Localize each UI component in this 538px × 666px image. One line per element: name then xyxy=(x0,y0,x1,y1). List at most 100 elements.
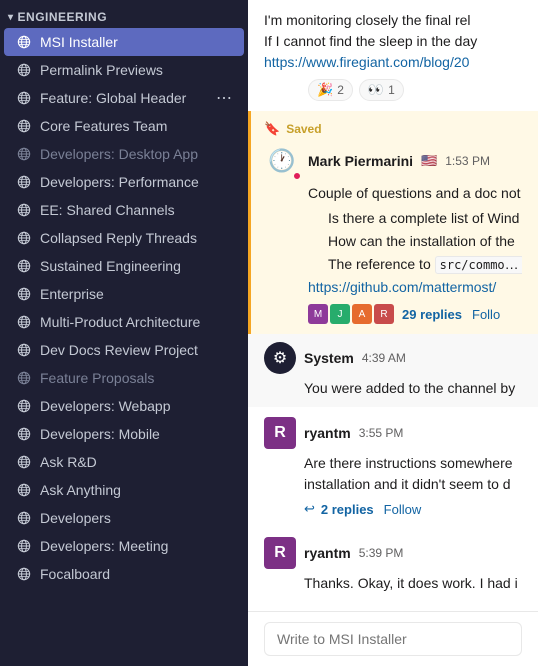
sidebar-item-developers-webapp[interactable]: Developers: Webapp xyxy=(4,392,244,420)
section-chevron: ▾ xyxy=(8,12,14,23)
reaction-party[interactable]: 🎉 2 xyxy=(308,79,353,101)
sidebar-item-feature-global-header[interactable]: Feature: Global Header⋯ xyxy=(4,84,244,112)
sidebar-item-sustained-engineering[interactable]: Sustained Engineering xyxy=(4,252,244,280)
message-input[interactable] xyxy=(264,622,522,656)
sidebar-item-developers[interactable]: Developers xyxy=(4,504,244,532)
ryantm1-follow[interactable]: Follow xyxy=(384,502,422,517)
input-area xyxy=(248,611,538,666)
ryantm2-time: 5:39 PM xyxy=(359,546,404,560)
globe-icon-enterprise xyxy=(16,286,32,302)
sidebar-item-enterprise[interactable]: Enterprise xyxy=(4,280,244,308)
ryantm1-time: 3:55 PM xyxy=(359,426,404,440)
sidebar-item-label-msi-installer: MSI Installer xyxy=(40,34,232,50)
globe-icon-sustained-engineering xyxy=(16,258,32,274)
sidebar-item-label-developers-webapp: Developers: Webapp xyxy=(40,398,232,414)
sidebar-item-label-ee-shared-channels: EE: Shared Channels xyxy=(40,202,232,218)
globe-icon-feature-proposals xyxy=(16,370,32,386)
sidebar-item-ask-anything[interactable]: Ask Anything xyxy=(4,476,244,504)
sidebar-item-label-ask-anything: Ask Anything xyxy=(40,482,232,498)
saved-banner: 🔖 Saved xyxy=(264,121,522,137)
system-time: 4:39 AM xyxy=(362,351,406,365)
globe-icon-dev-docs-review-project xyxy=(16,342,32,358)
saved-msg-header: 🕐 Mark Piermarini 🇺🇸 1:53 PM xyxy=(264,143,522,179)
list-item-2: How can the installation of the xyxy=(328,231,522,252)
mark-name: Mark Piermarini xyxy=(308,153,413,169)
system-msg-header: ⚙ System 4:39 AM xyxy=(264,342,522,374)
code-snippet: src/common/ xyxy=(435,256,522,274)
system-label: System xyxy=(304,350,354,366)
sidebar-item-label-focalboard: Focalboard xyxy=(40,566,232,582)
globe-icon-msi-installer xyxy=(16,34,32,50)
ryantm2-body: Thanks. Okay, it does work. I had i xyxy=(304,573,522,594)
saved-message-block: 🔖 Saved 🕐 Mark Piermarini 🇺🇸 1:53 PM Cou… xyxy=(248,111,538,334)
sidebar-item-label-enterprise: Enterprise xyxy=(40,286,232,302)
globe-icon-multi-product-architecture xyxy=(16,314,32,330)
sidebar-item-multi-product-architecture[interactable]: Multi-Product Architecture xyxy=(4,308,244,336)
sidebar-item-feature-proposals[interactable]: Feature Proposals xyxy=(4,364,244,392)
sidebar-item-msi-installer[interactable]: MSI Installer xyxy=(4,28,244,56)
top-message-text: I'm monitoring closely the final rel If … xyxy=(264,10,522,73)
reply-avatar-4: R xyxy=(374,304,394,324)
system-avatar: ⚙ xyxy=(264,342,296,374)
section-header-engineering[interactable]: ▾ Engineering xyxy=(0,0,248,28)
sidebar-item-ee-shared-channels[interactable]: EE: Shared Channels xyxy=(4,196,244,224)
globe-icon-core-features-team xyxy=(16,118,32,134)
section-label: Engineering xyxy=(18,10,108,24)
sidebar-item-label-dev-docs-review-project: Dev Docs Review Project xyxy=(40,342,232,358)
ryantm1-header: R ryantm 3:55 PM xyxy=(264,417,522,449)
globe-icon-developers-meeting xyxy=(16,538,32,554)
sidebar-item-collapsed-reply-threads[interactable]: Collapsed Reply Threads xyxy=(4,224,244,252)
chat-messages: I'm monitoring closely the final rel If … xyxy=(248,0,538,611)
sidebar-item-developers-desktop-app[interactable]: Developers: Desktop App xyxy=(4,140,244,168)
globe-icon-collapsed-reply-threads xyxy=(16,230,32,246)
ryantm-avatar-1: R xyxy=(264,417,296,449)
sidebar: ▾ Engineering MSI Installer Permalink Pre… xyxy=(0,0,248,666)
ryantm2-header: R ryantm 5:39 PM xyxy=(264,537,522,569)
sidebar-item-developers-meeting[interactable]: Developers: Meeting xyxy=(4,532,244,560)
saved-label: Saved xyxy=(286,122,321,136)
reaction-party-count: 2 xyxy=(337,83,344,97)
reaction-party-emoji: 🎉 xyxy=(317,82,333,98)
flag-emoji: 🇺🇸 xyxy=(421,153,437,169)
sidebar-item-core-features-team[interactable]: Core Features Team xyxy=(4,112,244,140)
ryantm1-reply-bar[interactable]: ↩ 2 replies Follow xyxy=(304,501,522,517)
globe-icon-focalboard xyxy=(16,566,32,582)
globe-icon-developers-mobile xyxy=(16,426,32,442)
reply-bar-mark[interactable]: M J A R 29 replies Follo xyxy=(308,304,522,324)
system-message-block: ⚙ System 4:39 AM You were added to the c… xyxy=(248,334,538,407)
github-link[interactable]: https://github.com/mattermost/ xyxy=(308,279,496,295)
reaction-eyes-count: 1 xyxy=(388,83,395,97)
sidebar-item-label-developers-mobile: Developers: Mobile xyxy=(40,426,232,442)
sidebar-item-dev-docs-review-project[interactable]: Dev Docs Review Project xyxy=(4,336,244,364)
sidebar-item-label-collapsed-reply-threads: Collapsed Reply Threads xyxy=(40,230,232,246)
reactions-row: 🎉 2 👀 1 xyxy=(308,79,522,101)
sidebar-item-label-core-features-team: Core Features Team xyxy=(40,118,232,134)
reply-icon: ↩ xyxy=(304,501,315,517)
sidebar-item-label-permalink-previews: Permalink Previews xyxy=(40,62,232,78)
sidebar-item-ask-rd[interactable]: Ask R&D xyxy=(4,448,244,476)
ryantm1-body: Are there instructions somewhere install… xyxy=(304,453,522,495)
follow-button[interactable]: Follo xyxy=(472,307,500,322)
saved-msg-body: Couple of questions and a doc not Is the… xyxy=(308,183,522,298)
sidebar-item-label-developers-meeting: Developers: Meeting xyxy=(40,538,232,554)
sidebar-item-label-ask-rd: Ask R&D xyxy=(40,454,232,470)
sidebar-item-label-developers: Developers xyxy=(40,510,232,526)
reply-avatar-3: A xyxy=(352,304,372,324)
ryantm1-name: ryantm xyxy=(304,425,351,441)
ryantm-message2-block: R ryantm 5:39 PM Thanks. Okay, it does w… xyxy=(248,527,538,604)
top-message-link[interactable]: https://www.firegiant.com/blog/20 xyxy=(264,54,469,70)
sidebar-item-permalink-previews[interactable]: Permalink Previews xyxy=(4,56,244,84)
sidebar-items-list: MSI Installer Permalink Previews Feature: … xyxy=(0,28,248,588)
sidebar-item-developers-performance[interactable]: Developers: Performance xyxy=(4,168,244,196)
globe-icon-permalink-previews xyxy=(16,62,32,78)
item-options-feature-global-header[interactable]: ⋯ xyxy=(216,88,232,108)
reply-avatars: M J A R xyxy=(308,304,396,324)
reply-avatar-1: M xyxy=(308,304,328,324)
globe-icon-developers-desktop-app xyxy=(16,146,32,162)
sidebar-item-developers-mobile[interactable]: Developers: Mobile xyxy=(4,420,244,448)
globe-icon-ee-shared-channels xyxy=(16,202,32,218)
globe-icon-developers-performance xyxy=(16,174,32,190)
reaction-eyes[interactable]: 👀 1 xyxy=(359,79,404,101)
sidebar-item-focalboard[interactable]: Focalboard xyxy=(4,560,244,588)
ryantm-message1-block: R ryantm 3:55 PM Are there instructions … xyxy=(248,407,538,527)
